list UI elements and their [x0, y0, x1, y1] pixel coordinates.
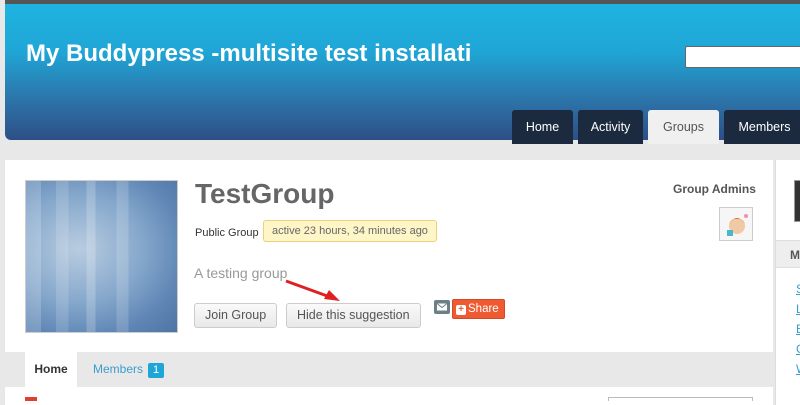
nav-tab-groups[interactable]: Groups	[648, 110, 719, 144]
nav-tab-activity[interactable]: Activity	[578, 110, 643, 144]
nav-tab-members[interactable]: Members	[724, 110, 800, 144]
group-subnav: Home Members 1	[5, 352, 773, 387]
sidebar-link-3[interactable]: E	[796, 322, 800, 338]
group-main-panel: TestGroup Public Group active 23 hours, …	[5, 160, 773, 405]
group-description: A testing group	[194, 265, 288, 281]
nav-tab-home[interactable]: Home	[512, 110, 573, 144]
join-group-button[interactable]: Join Group	[194, 303, 278, 328]
sidebar-link-4[interactable]: C	[796, 342, 800, 358]
hide-suggestion-button[interactable]: Hide this suggestion	[286, 303, 421, 328]
members-count-badge: 1	[148, 363, 165, 378]
site-header: My Buddypress -multisite test installati…	[5, 0, 800, 144]
group-avatar[interactable]	[25, 180, 178, 333]
share-label: Share	[468, 303, 499, 315]
sidebar-widget-image[interactable]	[794, 180, 800, 222]
mail-icon-glyph	[436, 303, 448, 311]
admin-avatar[interactable]	[719, 207, 753, 241]
sidebar-heading: M	[790, 248, 800, 262]
subnav-tab-members[interactable]: Members 1	[93, 352, 165, 387]
sidebar-link-5[interactable]: W	[796, 362, 800, 378]
search-input[interactable]	[685, 46, 800, 68]
sidebar-link-1[interactable]: S	[796, 282, 800, 298]
subnav-tab-home[interactable]: Home	[25, 352, 77, 387]
sidebar: M S L E C W	[775, 160, 800, 405]
admin-avatar-image	[720, 208, 752, 240]
activity-badge: active 23 hours, 34 minutes ago	[263, 220, 437, 242]
activity-item-marker	[25, 397, 37, 401]
filter-select[interactable]	[608, 397, 753, 401]
mail-icon[interactable]	[434, 300, 450, 314]
annotation-arrow-icon	[285, 279, 340, 301]
group-admins-label: Group Admins	[673, 182, 756, 196]
group-type-label: Public Group	[195, 227, 259, 239]
share-button[interactable]: + Share	[452, 299, 505, 319]
group-title: TestGroup	[195, 178, 335, 209]
sidebar-link-2[interactable]: L	[796, 302, 800, 318]
share-plus-icon: +	[456, 305, 466, 315]
site-title[interactable]: My Buddypress -multisite test installati	[26, 40, 471, 68]
subnav-members-label: Members	[93, 362, 144, 376]
sidebar-heading-bar: M	[776, 240, 800, 268]
